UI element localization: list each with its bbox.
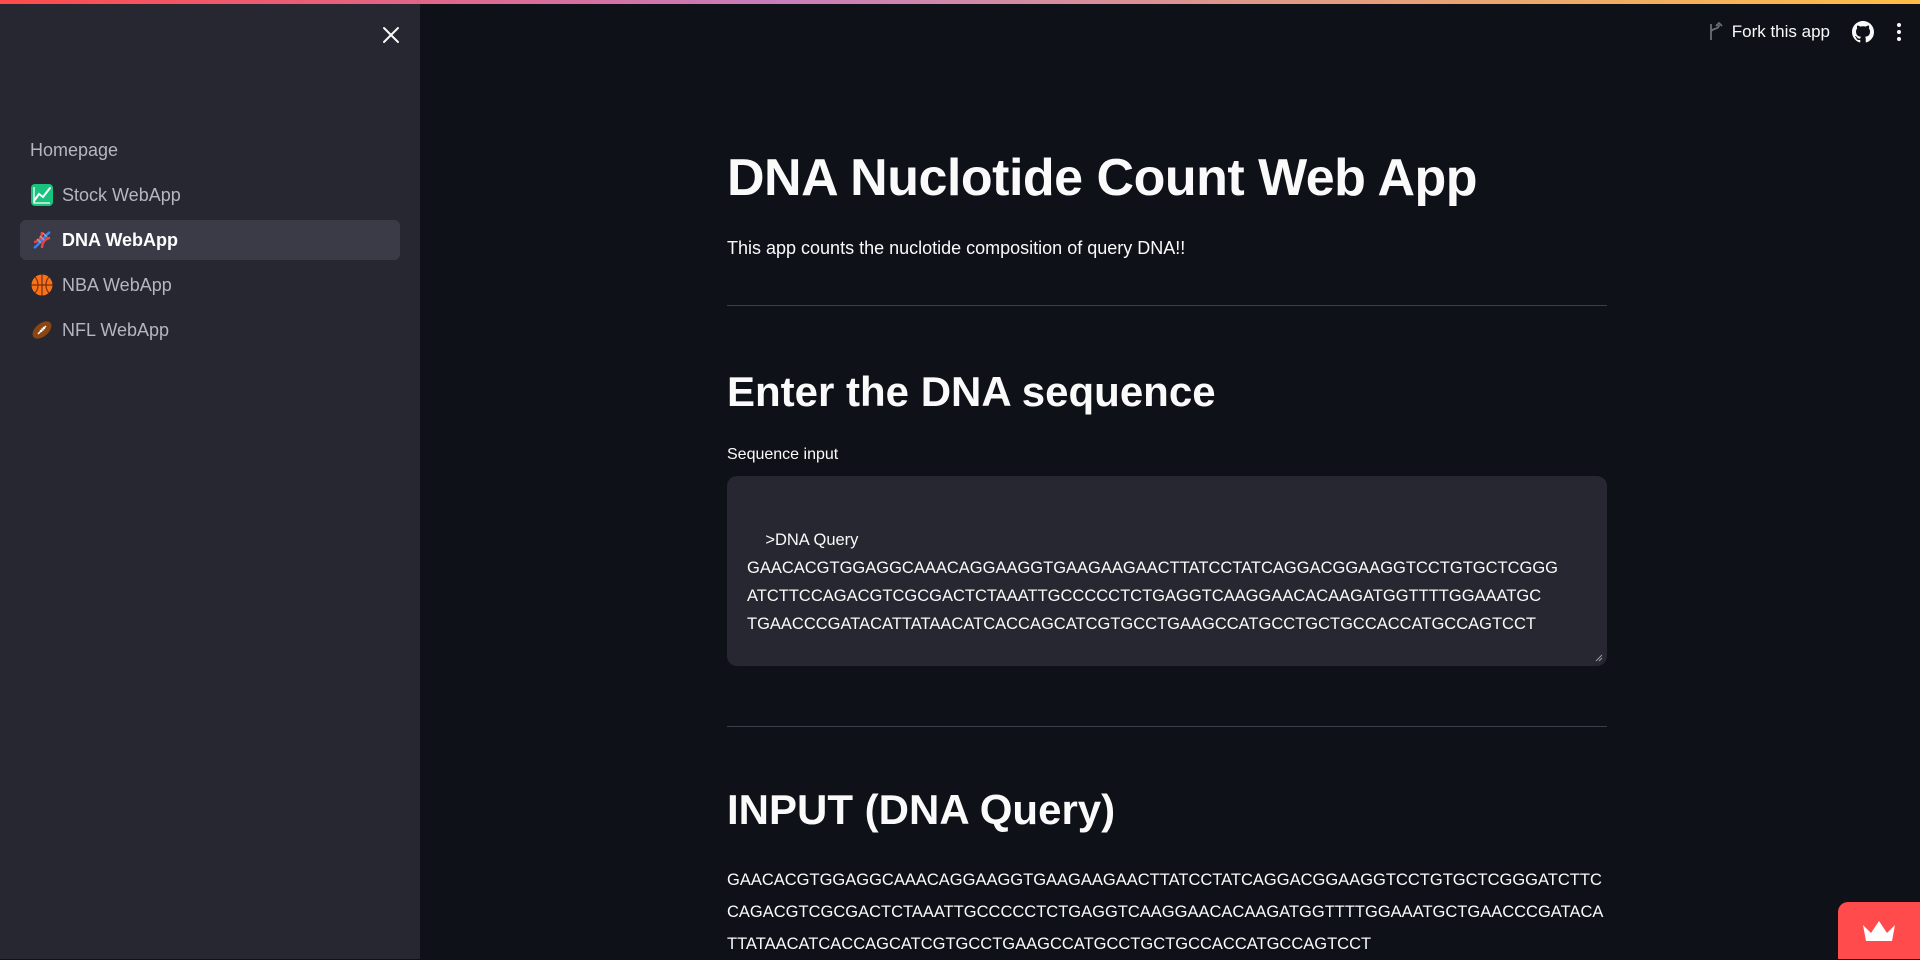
sidebar-item-label: NBA WebApp bbox=[62, 274, 172, 295]
sequence-input-label: Sequence input bbox=[727, 446, 839, 463]
page-title: DNA Nuclotide Count Web App bbox=[727, 149, 1478, 207]
kebab-menu-icon[interactable] bbox=[1896, 22, 1902, 42]
page-subtitle: This app counts the nuclotide compositio… bbox=[727, 238, 1186, 258]
resize-handle-icon[interactable] bbox=[1593, 652, 1603, 662]
sidebar-item-nfl-webapp[interactable]: NFL WebApp bbox=[20, 310, 400, 350]
close-icon[interactable] bbox=[378, 22, 404, 48]
crown-icon bbox=[1863, 920, 1895, 941]
basketball-icon bbox=[30, 273, 54, 297]
sequence-input-value: >DNA Query GAACACGTGGAGGCAAACAGGAAGGTGAA… bbox=[747, 531, 1559, 633]
sidebar-item-stock-webapp[interactable]: Stock WebApp bbox=[20, 175, 400, 215]
sequence-input[interactable]: >DNA Query GAACACGTGGAGGCAAACAGGAAGGTGAA… bbox=[727, 476, 1607, 666]
sidebar-item-label: DNA WebApp bbox=[62, 229, 178, 250]
sidebar-item-label: Homepage bbox=[30, 139, 119, 160]
streamlit-badge-button[interactable] bbox=[1838, 902, 1920, 959]
section-heading-input: Enter the DNA sequence bbox=[727, 368, 1216, 415]
app-toolbar: Fork this app bbox=[1706, 12, 1920, 52]
sidebar-item-label: NFL WebApp bbox=[62, 319, 170, 340]
section-heading-output: INPUT (DNA Query) bbox=[727, 786, 1116, 833]
sidebar-item-label: Stock WebApp bbox=[62, 184, 181, 205]
sidebar-item-homepage[interactable]: Homepage bbox=[20, 130, 400, 170]
dna-query-output: GAACACGTGGAGGCAAACAGGAAGGTGAAGAAGAACTTAT… bbox=[727, 871, 1604, 953]
fork-app-button[interactable]: Fork this app bbox=[1706, 22, 1830, 42]
sidebar: Homepage Stock WebApp DNA WebApp NBA Web… bbox=[0, 0, 420, 959]
fork-label: Fork this app bbox=[1731, 22, 1830, 41]
top-decoration-stripe bbox=[0, 0, 1920, 4]
chart-increasing-icon bbox=[30, 183, 54, 207]
fork-icon bbox=[1709, 22, 1723, 40]
dna-icon bbox=[30, 228, 54, 252]
sidebar-item-nba-webapp[interactable]: NBA WebApp bbox=[20, 265, 400, 305]
american-football-icon bbox=[30, 318, 54, 342]
sidebar-item-dna-webapp[interactable]: DNA WebApp bbox=[20, 220, 400, 260]
github-icon[interactable] bbox=[1852, 21, 1874, 43]
divider bbox=[727, 305, 1607, 306]
sidebar-nav: Homepage Stock WebApp DNA WebApp NBA Web… bbox=[20, 130, 400, 355]
divider bbox=[727, 726, 1607, 727]
